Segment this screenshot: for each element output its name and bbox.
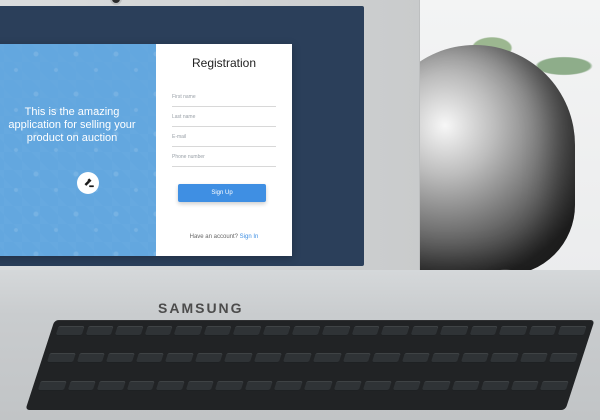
key <box>203 326 232 336</box>
key <box>312 353 342 364</box>
key <box>528 326 558 336</box>
account-footer: Have an account? Sign In <box>156 234 292 240</box>
first-name-input[interactable] <box>172 88 276 107</box>
key <box>76 353 105 364</box>
key <box>303 380 333 391</box>
keyboard <box>25 320 595 410</box>
key <box>55 326 85 336</box>
laptop-screen: This is the amazing application for sell… <box>0 6 364 266</box>
key <box>173 326 203 336</box>
key <box>510 380 540 391</box>
key <box>262 326 292 336</box>
key <box>362 380 392 391</box>
hero-panel: This is the amazing application for sell… <box>0 44 156 256</box>
key <box>469 326 498 336</box>
key <box>185 380 215 391</box>
key <box>519 353 549 364</box>
key <box>253 353 283 364</box>
key <box>223 353 253 364</box>
key <box>489 353 519 364</box>
key <box>451 380 481 391</box>
signin-link[interactable]: Sign In <box>240 234 259 240</box>
key <box>155 380 185 391</box>
key <box>557 326 587 336</box>
key <box>67 380 97 391</box>
key <box>540 380 569 391</box>
hero-headline: This is the amazing application for sell… <box>8 106 136 144</box>
key <box>274 380 303 391</box>
registration-card: This is the amazing application for sell… <box>0 44 292 256</box>
key <box>114 326 144 336</box>
key <box>321 326 351 336</box>
key <box>244 380 274 391</box>
key <box>498 326 528 336</box>
key <box>548 353 578 364</box>
key <box>135 353 165 364</box>
key <box>430 353 460 364</box>
account-prompt: Have an account? <box>189 234 238 240</box>
key <box>291 326 321 336</box>
camera <box>112 0 120 3</box>
key <box>214 380 244 391</box>
key <box>232 326 262 336</box>
keys <box>33 326 587 404</box>
key <box>392 380 422 391</box>
key <box>46 353 76 364</box>
last-name-input[interactable] <box>172 108 276 127</box>
key <box>37 380 67 391</box>
key <box>164 353 194 364</box>
key <box>105 353 135 364</box>
key <box>480 380 510 391</box>
key <box>84 326 114 336</box>
laptop-lid: This is the amazing application for sell… <box>0 0 420 290</box>
gavel-icon <box>84 178 94 188</box>
key <box>421 380 451 391</box>
email-input[interactable] <box>172 128 276 147</box>
key <box>460 353 490 364</box>
phone-input[interactable] <box>172 148 276 167</box>
key <box>439 326 469 336</box>
key <box>371 353 401 364</box>
registration-panel: Registration Sign Up Have an account? Si… <box>156 44 292 256</box>
key <box>380 326 410 336</box>
key <box>96 380 126 391</box>
key <box>282 353 312 364</box>
key <box>410 326 439 336</box>
gavel-badge <box>77 172 99 194</box>
brand-logo: SAMSUNG <box>158 300 244 316</box>
key <box>333 380 363 391</box>
key <box>401 353 431 364</box>
key <box>342 353 371 364</box>
key <box>350 326 380 336</box>
signup-button[interactable]: Sign Up <box>178 184 266 202</box>
page-title: Registration <box>191 56 257 70</box>
hero-pattern <box>0 44 156 256</box>
key <box>144 326 173 336</box>
key <box>126 380 156 391</box>
key <box>194 353 224 364</box>
